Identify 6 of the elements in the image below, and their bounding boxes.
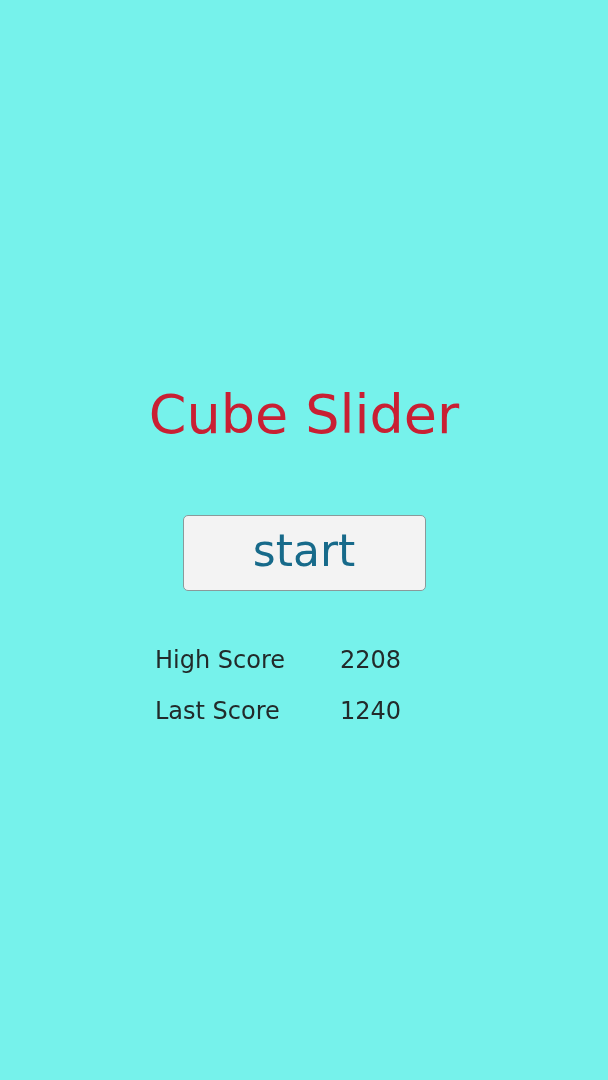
score-label: Last Score [155, 696, 281, 727]
game-title: Cube Slider [148, 382, 460, 448]
start-button[interactable]: start [182, 515, 426, 591]
score-label: High Score [155, 645, 286, 676]
score-value: 2208 [340, 645, 403, 676]
score-value: 1240 [340, 696, 403, 727]
